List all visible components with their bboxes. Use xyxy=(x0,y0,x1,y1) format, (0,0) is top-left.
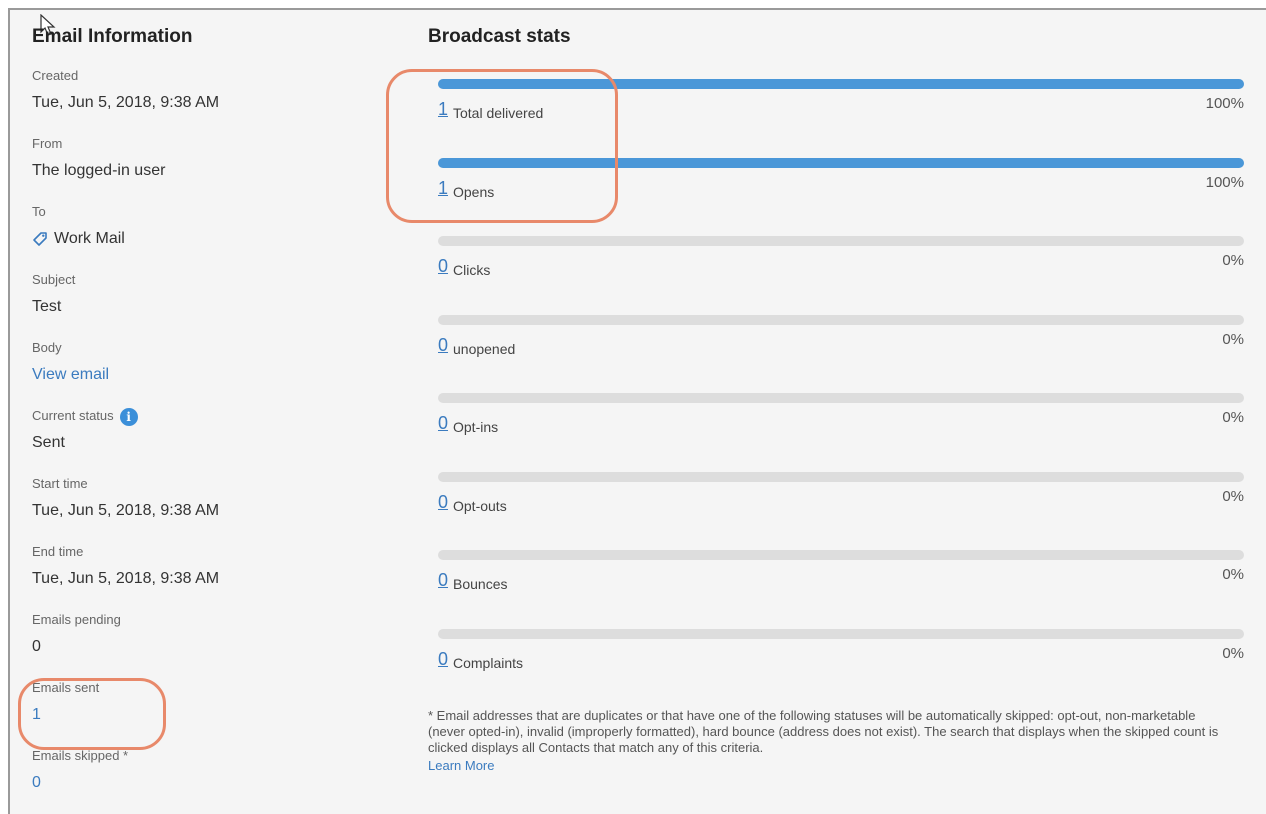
stat-label-6: Bounces xyxy=(453,576,508,592)
learn-more-link[interactable]: Learn More xyxy=(428,758,1234,774)
footnote-text: * Email addresses that are duplicates or… xyxy=(428,708,1219,755)
stat-percent-3: 0% xyxy=(1222,330,1244,348)
stat-label-7: Complaints xyxy=(453,654,524,671)
emails-pending-field: Emails pending 0 xyxy=(32,610,362,678)
stat-percent-7: 0% xyxy=(1222,644,1244,662)
created-field: Created Tue, Jun 5, 2018, 9:38 AM xyxy=(32,66,362,134)
stat-bar-3 xyxy=(438,314,1244,325)
annotation-highlight-emails-sent xyxy=(18,678,166,750)
email-information-title: Email Information xyxy=(32,26,193,47)
to-label: To xyxy=(32,204,46,219)
stat-percent-2: 0% xyxy=(1222,252,1244,269)
stat-count-link-7[interactable]: 0 xyxy=(438,649,448,670)
subject-field: Subject Test xyxy=(32,270,362,338)
start-time-value: Tue, Jun 5, 2018, 9:38 AM xyxy=(32,502,220,519)
body-field: Body View email xyxy=(32,338,362,406)
current-status-field: Current status i Sent xyxy=(32,406,362,474)
body-label: Body xyxy=(32,340,62,355)
stat-count-link-2[interactable]: 0 xyxy=(438,256,448,277)
stat-percent-5: 0% xyxy=(1222,487,1244,505)
from-value: The logged-in user xyxy=(32,162,166,179)
stat-row-7: 0 Complaints 0% xyxy=(438,641,1244,671)
stat-bar-5 xyxy=(438,471,1244,482)
stat-label-3: unopened xyxy=(453,340,516,357)
stat-bar-2 xyxy=(438,236,1244,246)
stat-label-5: Opt-outs xyxy=(453,497,507,514)
stat-row-3: 0 unopened 0% xyxy=(438,327,1244,357)
emails-skipped-field: Emails skipped * 0 xyxy=(32,746,362,814)
to-field: To Work Mail xyxy=(32,202,362,270)
current-status-value: Sent xyxy=(32,434,65,451)
stat-bar-4 xyxy=(438,393,1244,403)
stat-bar-6 xyxy=(438,550,1244,560)
stat-count-link-4[interactable]: 0 xyxy=(438,413,448,434)
end-time-value: Tue, Jun 5, 2018, 9:38 AM xyxy=(32,570,220,587)
info-icon[interactable]: i xyxy=(119,407,138,426)
skipped-footnote: * Email addresses that are duplicates or… xyxy=(428,708,1234,774)
from-label: From xyxy=(32,136,63,151)
current-status-label: Current status xyxy=(32,408,114,423)
stat-row-2: 0 Clicks 0% xyxy=(438,248,1244,278)
created-label: Created xyxy=(32,68,79,83)
stat-percent-1: 100% xyxy=(1205,173,1244,191)
created-value: Tue, Jun 5, 2018, 9:38 AM xyxy=(32,94,220,111)
view-email-link[interactable]: View email xyxy=(32,364,362,386)
start-time-field: Start time Tue, Jun 5, 2018, 9:38 AM xyxy=(32,474,362,542)
to-value: Work Mail xyxy=(32,228,362,250)
end-time-label: End time xyxy=(32,544,84,559)
from-field: From The logged-in user xyxy=(32,134,362,202)
stat-count-link-3[interactable]: 0 xyxy=(438,335,448,356)
emails-skipped-value[interactable]: 0 xyxy=(32,772,362,794)
emails-pending-value: 0 xyxy=(32,638,41,655)
to-value-text[interactable]: Work Mail xyxy=(54,228,125,250)
stat-percent-4: 0% xyxy=(1222,409,1244,426)
stat-count-link-5[interactable]: 0 xyxy=(438,492,448,513)
subject-label: Subject xyxy=(32,272,76,287)
emails-pending-label: Emails pending xyxy=(32,612,121,627)
broadcast-stats-title: Broadcast stats xyxy=(428,26,571,47)
stat-bar-7 xyxy=(438,628,1244,639)
broadcast-stats-panel: Broadcast stats xyxy=(428,26,1234,48)
stat-label-4: Opt-ins xyxy=(453,419,499,435)
tag-icon xyxy=(33,232,47,246)
stat-percent-6: 0% xyxy=(1222,566,1244,583)
subject-value: Test xyxy=(32,298,62,315)
stat-count-link-6[interactable]: 0 xyxy=(438,570,448,591)
annotation-highlight-delivered-opens xyxy=(386,69,618,223)
stat-row-5: 0 Opt-outs 0% xyxy=(438,484,1244,514)
stat-row-4: 0 Opt-ins 0% xyxy=(438,405,1244,435)
stat-percent-0: 100% xyxy=(1205,95,1244,112)
end-time-field: End time Tue, Jun 5, 2018, 9:38 AM xyxy=(32,542,362,610)
start-time-label: Start time xyxy=(32,476,88,491)
current-status-label-row: Current status i xyxy=(32,406,362,426)
stat-row-6: 0 Bounces 0% xyxy=(438,562,1244,592)
stat-label-2: Clicks xyxy=(453,262,491,278)
